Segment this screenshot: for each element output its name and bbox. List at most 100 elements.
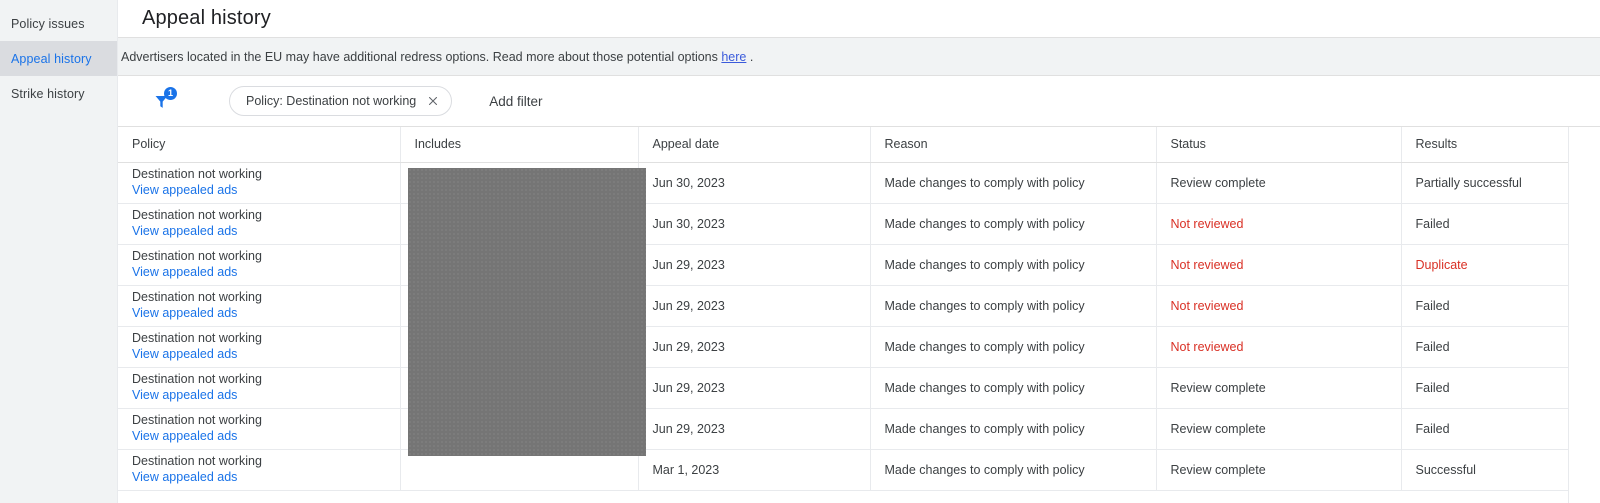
view-appealed-ads-link[interactable]: View appealed ads — [132, 183, 400, 198]
cell-status: Not reviewed — [1156, 326, 1402, 368]
cell-reason-text: Made changes to comply with policy — [884, 421, 1085, 436]
cell-results: Failed — [1401, 326, 1568, 368]
sidebar-item-label: Appeal history — [11, 51, 92, 66]
cell-appeal-date: Jun 29, 2023 — [638, 285, 871, 327]
cell-status-text: Not reviewed — [1170, 257, 1244, 272]
cell-appeal-date-text: Jun 29, 2023 — [652, 298, 725, 313]
table-row[interactable]: Destination not working View appealed ads… — [118, 326, 1568, 368]
cell-policy: Destination not working View appealed ads — [118, 244, 401, 286]
notice-period: . — [749, 49, 754, 64]
cell-results: Duplicate — [1401, 244, 1568, 286]
sidebar-item-policy-issues[interactable]: Policy issues — [0, 6, 117, 41]
cell-appeal-date: Jun 29, 2023 — [638, 367, 871, 409]
cell-status-text: Not reviewed — [1170, 339, 1244, 354]
cell-reason-text: Made changes to comply with policy — [884, 257, 1085, 272]
policy-name: Destination not working — [132, 372, 262, 387]
cell-reason: Made changes to comply with policy — [870, 244, 1157, 286]
table-row[interactable]: Destination not working View appealed ads… — [118, 203, 1568, 245]
table-row[interactable]: Destination not working View appealed ads… — [118, 162, 1568, 204]
main-content: Appeal history Advertisers located in th… — [118, 0, 1600, 503]
appeal-history-table-container: Policy Includes Appeal date Reason Statu… — [118, 127, 1600, 503]
cell-includes — [400, 203, 639, 245]
column-header-includes[interactable]: Includes — [400, 127, 639, 163]
cell-policy: Destination not working View appealed ads — [118, 367, 401, 409]
policy-name: Destination not working — [132, 290, 262, 305]
cell-results: Partially successful — [1401, 162, 1568, 204]
view-appealed-ads-link[interactable]: View appealed ads — [132, 306, 400, 321]
view-appealed-ads-link[interactable]: View appealed ads — [132, 347, 400, 362]
cell-reason: Made changes to comply with policy — [870, 203, 1157, 245]
cell-results: Failed — [1401, 285, 1568, 327]
cell-status-text: Review complete — [1170, 421, 1266, 436]
table-right-gutter — [1568, 127, 1600, 503]
cell-reason-text: Made changes to comply with policy — [884, 462, 1085, 477]
cell-appeal-date-text: Mar 1, 2023 — [652, 462, 720, 477]
view-appealed-ads-link[interactable]: View appealed ads — [132, 224, 400, 239]
column-header-status[interactable]: Status — [1156, 127, 1402, 163]
sidebar-item-appeal-history[interactable]: Appeal history — [0, 41, 117, 76]
add-filter-button[interactable]: Add filter — [489, 94, 542, 109]
appeal-history-page: Policy issues Appeal history Strike hist… — [0, 0, 1600, 503]
view-appealed-ads-link[interactable]: View appealed ads — [132, 388, 400, 403]
table-row[interactable]: Destination not working View appealed ads… — [118, 244, 1568, 286]
sidebar-item-strike-history[interactable]: Strike history — [0, 76, 117, 111]
view-appealed-ads-link[interactable]: View appealed ads — [132, 470, 400, 485]
cell-status-text: Not reviewed — [1170, 298, 1244, 313]
cell-results-text: Partially successful — [1415, 175, 1522, 190]
table-header-row: Policy Includes Appeal date Reason Statu… — [118, 127, 1568, 163]
column-header-policy[interactable]: Policy — [118, 127, 401, 163]
cell-reason-text: Made changes to comply with policy — [884, 298, 1085, 313]
cell-status: Review complete — [1156, 162, 1402, 204]
cell-policy: Destination not working View appealed ads — [118, 285, 401, 327]
cell-reason: Made changes to comply with policy — [870, 408, 1157, 450]
table-row[interactable]: Destination not working View appealed ads… — [118, 408, 1568, 450]
view-appealed-ads-link[interactable]: View appealed ads — [132, 265, 400, 280]
cell-status: Not reviewed — [1156, 203, 1402, 245]
table-row[interactable]: Destination not working View appealed ads… — [118, 367, 1568, 409]
cell-includes: All campaigns — [400, 162, 639, 204]
policy-name: Destination not working — [132, 249, 262, 264]
notice-here-link[interactable]: here — [721, 50, 746, 64]
table-row[interactable]: Destination not working View appealed ads… — [118, 285, 1568, 327]
cell-reason: Made changes to comply with policy — [870, 326, 1157, 368]
filter-funnel-icon[interactable]: 1 — [146, 86, 177, 116]
column-header-appeal-date[interactable]: Appeal date — [638, 127, 871, 163]
policy-name: Destination not working — [132, 167, 262, 182]
cell-results-text: Successful — [1415, 462, 1476, 477]
cell-appeal-date: Jun 29, 2023 — [638, 408, 871, 450]
cell-results-text: Failed — [1415, 216, 1450, 231]
table-row[interactable]: Destination not working View appealed ads… — [118, 449, 1568, 491]
policy-name: Destination not working — [132, 331, 262, 346]
cell-appeal-date: Jun 29, 2023 — [638, 244, 871, 286]
cell-policy: Destination not working View appealed ads — [118, 326, 401, 368]
cell-policy: Destination not working View appealed ads — [118, 203, 401, 245]
cell-appeal-date: Jun 30, 2023 — [638, 203, 871, 245]
filter-chip-policy[interactable]: Policy: Destination not working — [229, 86, 453, 116]
close-icon[interactable] — [425, 93, 441, 109]
column-header-reason[interactable]: Reason — [870, 127, 1157, 163]
add-filter-label: Add filter — [489, 93, 543, 109]
cell-appeal-date-text: Jun 29, 2023 — [652, 421, 725, 436]
cell-status-text: Review complete — [1170, 462, 1266, 477]
cell-status-text: Review complete — [1170, 175, 1266, 190]
appeal-history-table: Policy Includes Appeal date Reason Statu… — [118, 127, 1568, 491]
cell-includes — [400, 285, 639, 327]
cell-results: Successful — [1401, 449, 1568, 491]
cell-results: Failed — [1401, 408, 1568, 450]
cell-status-text: Not reviewed — [1170, 216, 1244, 231]
cell-reason: Made changes to comply with policy — [870, 162, 1157, 204]
cell-appeal-date-text: Jun 29, 2023 — [652, 339, 725, 354]
cell-policy: Destination not working View appealed ads — [118, 408, 401, 450]
cell-status-text: Review complete — [1170, 380, 1266, 395]
page-header: Appeal history — [118, 0, 1600, 38]
filter-count-badge: 1 — [164, 87, 177, 100]
policy-name: Destination not working — [132, 454, 262, 469]
cell-results-text: Failed — [1415, 298, 1450, 313]
cell-results-text: Failed — [1415, 339, 1450, 354]
cell-appeal-date-text: Jun 29, 2023 — [652, 257, 725, 272]
view-appealed-ads-link[interactable]: View appealed ads — [132, 429, 400, 444]
cell-appeal-date: Mar 1, 2023 — [638, 449, 871, 491]
cell-reason-text: Made changes to comply with policy — [884, 380, 1085, 395]
cell-appeal-date: Jun 29, 2023 — [638, 326, 871, 368]
column-header-results[interactable]: Results — [1401, 127, 1568, 163]
